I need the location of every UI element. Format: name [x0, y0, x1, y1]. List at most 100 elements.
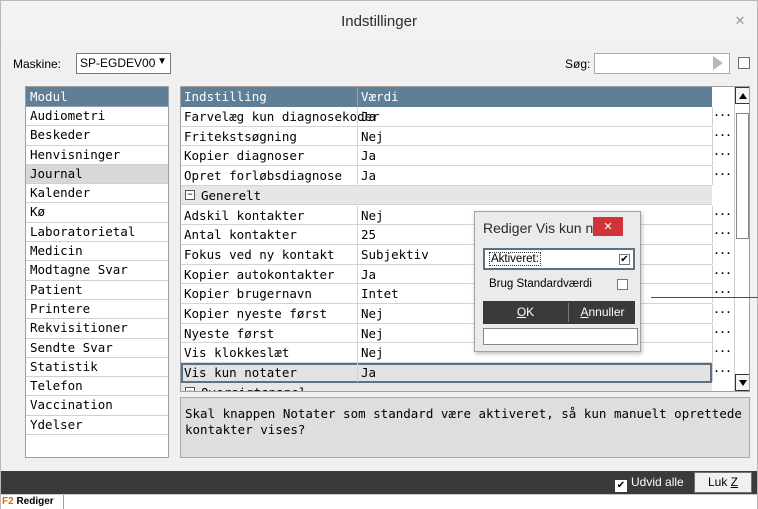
module-item[interactable]: Kalender	[26, 184, 168, 204]
close-button-label: Luk	[707, 475, 731, 489]
ellipsis-button[interactable]: ...	[712, 264, 732, 284]
column-header-value[interactable]: Værdi	[361, 89, 399, 104]
group-row[interactable]: − Generelt	[181, 185, 712, 206]
close-icon[interactable]: ✕	[725, 11, 755, 33]
module-item[interactable]: Medicin	[26, 242, 168, 262]
search-checkbox[interactable]	[738, 57, 750, 69]
machine-label: Maskine:	[13, 57, 62, 71]
bottom-bar: ✔ Udvid alle Luk Z	[1, 471, 757, 494]
expand-all-label: Udvid alle	[631, 475, 684, 489]
ellipsis-button[interactable]: ...	[712, 146, 732, 166]
expand-all-toggle[interactable]: ✔ Udvid alle	[615, 475, 684, 492]
setting-value: Nej	[361, 128, 384, 144]
group-row[interactable]: − Oversigtspanel	[181, 382, 712, 391]
ok-button-shortcut: O	[516, 305, 527, 319]
status-field	[63, 495, 757, 509]
module-item[interactable]: Ydelser	[26, 416, 168, 436]
setting-value: Nej	[361, 306, 384, 321]
setting-description: Skal knappen Notater som standard være a…	[180, 397, 750, 458]
ellipsis-button[interactable]: ...	[712, 126, 732, 146]
column-header-setting[interactable]: Indstilling	[184, 89, 267, 104]
vertical-scrollbar[interactable]	[734, 87, 749, 391]
ellipsis-button[interactable]: ...	[712, 304, 732, 323]
edit-shortcut-key: F2	[2, 496, 14, 507]
settings-window: Indstillinger ✕ Maskine: SP-EGDEV00 ▼ Sø…	[0, 0, 758, 509]
scroll-down-button[interactable]	[735, 374, 749, 391]
module-item[interactable]: Modtagne Svar	[26, 261, 168, 281]
activated-checkbox[interactable]: ✔	[619, 254, 630, 265]
dialog-close-icon[interactable]: ✕	[593, 217, 623, 236]
settings-grid: Indstilling Værdi Farvelæg kun diagnosek…	[180, 86, 750, 392]
scroll-up-button[interactable]	[735, 87, 749, 104]
dialog-value-field[interactable]	[483, 328, 638, 345]
module-item[interactable]: Statistik	[26, 358, 168, 378]
ellipsis-button[interactable]: ...	[712, 343, 732, 363]
activated-label: Aktiveret:	[489, 252, 541, 266]
module-item[interactable]: Patient	[26, 281, 168, 300]
setting-name: Adskil kontakter	[184, 207, 305, 223]
setting-name: Kopier nyeste først	[184, 306, 327, 321]
ellipsis-button[interactable]: ...	[712, 363, 732, 383]
window-title: Indstillinger	[341, 13, 417, 30]
use-default-checkbox[interactable]	[617, 279, 628, 290]
setting-value: Ja	[361, 365, 377, 381]
setting-value: Ja	[361, 109, 377, 124]
callout-line	[651, 297, 758, 298]
module-item[interactable]: Sendte Svar	[26, 339, 168, 358]
search-label: Søg:	[565, 57, 591, 71]
setting-row[interactable]: Kopier diagnoser Ja...	[181, 146, 732, 167]
module-item[interactable]: Audiometri	[26, 107, 168, 127]
setting-row[interactable]: Fritekstsøgning Nej...	[181, 126, 732, 147]
ellipsis-button[interactable]: ...	[712, 205, 732, 225]
edit-dialog: Rediger Vis kun no... ✕ Aktiveret: ✔ Bru…	[474, 211, 641, 352]
setting-name: Opret forløbsdiagnose	[184, 168, 343, 184]
ellipsis-button[interactable]: ...	[712, 323, 732, 343]
arrow-down-icon	[739, 380, 747, 386]
module-item[interactable]: Laboratorietal	[26, 223, 168, 243]
edit-shortcut-hint[interactable]: F2 Rediger	[2, 496, 54, 507]
group-label: Oversigtspanel	[201, 385, 306, 391]
scroll-thumb[interactable]	[736, 113, 749, 239]
setting-name: Farvelæg kun diagnosekoder	[184, 109, 380, 124]
collapse-icon[interactable]: −	[185, 189, 195, 200]
search-input[interactable]	[594, 53, 730, 74]
setting-name: Antal kontakter	[184, 227, 297, 243]
play-icon[interactable]	[713, 56, 723, 70]
setting-name: Nyeste først	[184, 325, 275, 341]
setting-row[interactable]: Farvelæg kun diagnosekoder Ja...	[181, 107, 732, 127]
machine-select[interactable]: SP-EGDEV00 ▼	[76, 53, 171, 74]
setting-value: Ja	[361, 266, 377, 282]
module-item[interactable]: Printere	[26, 300, 168, 320]
ok-button[interactable]: OK	[483, 303, 569, 322]
setting-name: Vis klokkeslæt	[184, 345, 290, 361]
module-item[interactable]: Rekvisitioner	[26, 319, 168, 339]
module-item[interactable]: Vaccination	[26, 396, 168, 416]
module-item[interactable]: Beskeder	[26, 126, 168, 146]
module-list-header: Modul	[26, 87, 168, 107]
setting-value: Nej	[361, 345, 384, 361]
cancel-button-label: nnuller	[588, 305, 625, 319]
setting-value: Subjektiv	[361, 246, 429, 262]
setting-name: Kopier autokontakter	[184, 266, 335, 282]
use-default-row[interactable]: Brug Standardværdi	[483, 275, 635, 297]
collapse-icon[interactable]: −	[185, 386, 195, 391]
activated-row[interactable]: Aktiveret: ✔	[483, 248, 635, 270]
module-item[interactable]: Kø	[26, 203, 168, 223]
ellipsis-button[interactable]: ...	[712, 225, 732, 245]
ellipsis-button[interactable]: ...	[712, 166, 732, 186]
ellipsis-button[interactable]: ...	[712, 284, 732, 304]
ok-button-label: K	[526, 305, 535, 319]
setting-row[interactable]: Vis kun notater Ja...	[181, 363, 732, 383]
ellipsis-button[interactable]: ...	[712, 107, 732, 126]
module-item[interactable]: Telefon	[26, 377, 168, 397]
ellipsis-button[interactable]: ...	[712, 244, 732, 264]
close-button[interactable]: Luk Z	[694, 472, 752, 493]
module-list: Modul Audiometri Beskeder Henvisninger Jour…	[25, 86, 169, 458]
cancel-button[interactable]: Annuller	[570, 303, 635, 322]
module-item[interactable]: Henvisninger	[26, 146, 168, 165]
expand-all-checkbox[interactable]: ✔	[615, 480, 627, 492]
module-item[interactable]: Journal	[26, 164, 168, 185]
setting-value: Ja	[361, 148, 377, 164]
title-bar: Indstillinger ✕	[1, 1, 757, 41]
setting-row[interactable]: Opret forløbsdiagnose Ja...	[181, 166, 732, 186]
